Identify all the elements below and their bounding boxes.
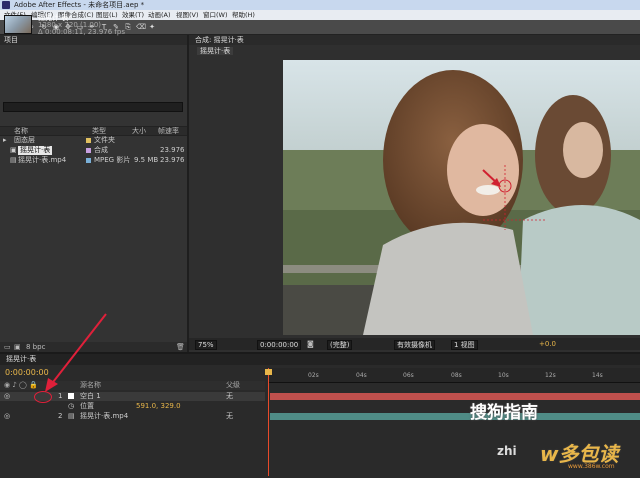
- layer-name[interactable]: 摇晃计·表.mp4: [80, 412, 128, 421]
- watermark-url: www.386w.com: [568, 463, 615, 470]
- time-ruler[interactable]: 02s 04s 06s 08s 10s 12s 14s: [268, 368, 640, 383]
- label-color-swatch[interactable]: [86, 148, 91, 153]
- row-name: 摇晃计·表: [18, 146, 53, 155]
- puppet-tool-icon[interactable]: ✦: [148, 23, 156, 31]
- visibility-eye-icon[interactable]: ◎: [4, 412, 10, 421]
- tab-timeline[interactable]: 摇晃计·表: [6, 354, 36, 365]
- property-row[interactable]: ◷ 位置 591.0, 329.0: [0, 402, 265, 411]
- new-comp-icon[interactable]: ▣: [14, 342, 21, 352]
- item-thumbnail: [4, 15, 32, 34]
- tick-label: 12s: [545, 372, 556, 379]
- title-bar: Adobe After Effects - 未命名项目.aep *: [0, 0, 640, 10]
- clone-tool-icon[interactable]: ⎘: [124, 23, 132, 31]
- comp-subtab[interactable]: 摇晃计·表: [197, 47, 234, 55]
- menu-bar: 文件(F) 编辑(E) 图像合成(C) 图层(L) 效果(T) 动画(A) 视图…: [0, 10, 640, 20]
- row-name: 摇晃计·表.mp4: [18, 156, 67, 164]
- row-fps: 23.976: [160, 156, 185, 164]
- row-type: 合成: [94, 146, 108, 154]
- row-type: 文件夹: [94, 136, 115, 144]
- current-time-field[interactable]: 0:00:00:00: [257, 340, 302, 350]
- resolution-dropdown[interactable]: (完整): [327, 340, 353, 350]
- playhead-handle[interactable]: [265, 369, 272, 375]
- av-switches-icon[interactable]: ◉ ♪ ◯ 🔒: [4, 381, 38, 390]
- tick-label: 02s: [308, 372, 319, 379]
- tick-label: 06s: [403, 372, 414, 379]
- property-value[interactable]: 591.0, 329.0: [136, 402, 181, 411]
- layer-parent[interactable]: 无: [226, 412, 233, 421]
- composition-panel-header: 合成: 摇晃计·表: [189, 35, 640, 45]
- col-fps[interactable]: 帧速率: [158, 127, 179, 135]
- tick-label: 04s: [356, 372, 367, 379]
- menu-view[interactable]: 视图(V): [176, 10, 199, 20]
- trash-icon[interactable]: 🗑: [176, 342, 185, 352]
- col-type[interactable]: 类型: [92, 127, 106, 135]
- project-panel: 项目: [0, 35, 189, 352]
- item-duration: Δ 0:00:08:11, 23.976 fps: [38, 28, 125, 36]
- project-row-folder[interactable]: ▸ 固态层 文件夹: [0, 136, 187, 145]
- camera-dropdown[interactable]: 有效摄像机: [394, 340, 435, 350]
- col-name[interactable]: 名称: [14, 127, 28, 135]
- menu-help[interactable]: 帮助(H): [232, 10, 255, 20]
- menu-animation[interactable]: 动画(A): [148, 10, 171, 20]
- watermark-site: zhi: [497, 444, 517, 458]
- row-size: 9.5 MB: [134, 156, 159, 164]
- footage-icon: ▤: [68, 412, 75, 420]
- tick-label: 14s: [592, 372, 603, 379]
- tick-label: 08s: [451, 372, 462, 379]
- tab-composition[interactable]: 合成: 摇晃计·表: [195, 35, 244, 45]
- layer-number: 2: [58, 412, 63, 420]
- menu-window[interactable]: 窗口(W): [203, 10, 228, 20]
- playhead[interactable]: [268, 368, 269, 476]
- exposure-value[interactable]: +0.0: [539, 338, 556, 350]
- menu-effect[interactable]: 效果(T): [122, 10, 144, 20]
- watermark-brand: 搜狗指南: [470, 403, 538, 423]
- new-folder-icon[interactable]: ▭: [4, 342, 11, 352]
- zoom-dropdown[interactable]: 75%: [195, 340, 217, 350]
- snapshot-icon[interactable]: ◙: [307, 338, 314, 350]
- composition-viewer[interactable]: [283, 60, 640, 335]
- tab-project[interactable]: 项目: [4, 35, 18, 45]
- label-color-swatch[interactable]: [86, 138, 91, 143]
- row-fps: 23.976: [160, 146, 185, 154]
- project-columns-header: 名称 类型 大小 帧速率: [0, 126, 187, 136]
- project-search-input[interactable]: [3, 102, 183, 112]
- parent-header[interactable]: 父级: [226, 381, 240, 390]
- folder-icon: ▸: [3, 136, 7, 144]
- tick-label: 10s: [498, 372, 509, 379]
- layer-row[interactable]: ◎ 2 ▤ 摇晃计·表.mp4 无: [0, 412, 265, 421]
- stopwatch-icon[interactable]: ◷: [68, 402, 74, 411]
- label-color-swatch[interactable]: [86, 158, 91, 163]
- row-type: MPEG 影片: [94, 156, 131, 164]
- project-row-footage[interactable]: ▤ 摇晃计·表.mp4 MPEG 影片 9.5 MB 23.976: [0, 156, 187, 165]
- col-size[interactable]: 大小: [132, 127, 146, 135]
- window-title: Adobe After Effects - 未命名项目.aep *: [14, 1, 145, 9]
- menu-layer[interactable]: 图层(L): [96, 10, 118, 20]
- project-panel-header: 项目: [0, 35, 187, 45]
- footage-icon: ▤: [10, 156, 17, 164]
- layer-duration-bar[interactable]: [270, 413, 640, 420]
- eraser-tool-icon[interactable]: ⌫: [136, 23, 146, 31]
- project-row-comp[interactable]: ▣ 摇晃计·表 合成 23.976: [0, 146, 187, 155]
- layer-duration-bar[interactable]: [270, 393, 640, 400]
- visibility-eye-icon[interactable]: ◎: [4, 392, 10, 401]
- row-name: 固态层: [14, 136, 35, 144]
- composition-toolbar: 75% 0:00:00:00 ◙ (完整) 有效摄像机 1 视图 +0.0: [189, 338, 640, 350]
- property-name: 位置: [80, 402, 94, 410]
- views-dropdown[interactable]: 1 视图: [451, 340, 478, 350]
- layer-parent[interactable]: 无: [226, 392, 233, 401]
- app-icon: [2, 1, 10, 9]
- video-frame: [283, 60, 640, 335]
- composition-icon: ▣: [10, 146, 17, 154]
- annotation-arrow: [45, 313, 107, 392]
